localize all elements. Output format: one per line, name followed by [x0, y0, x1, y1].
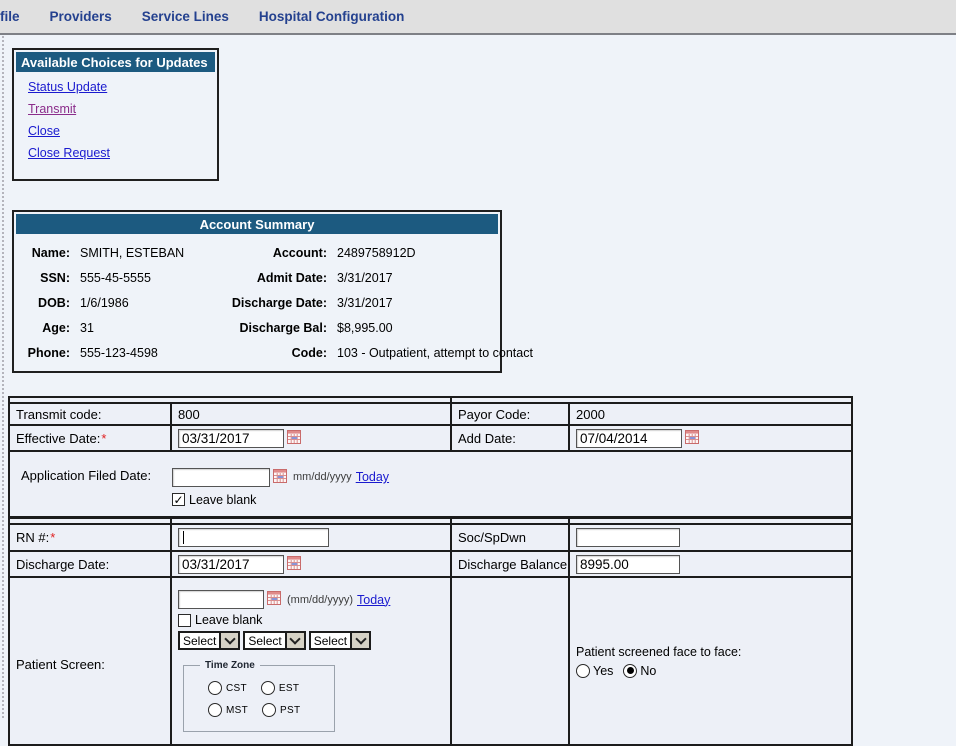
phone-value: 555-123-4598 — [80, 346, 210, 360]
timezone-pst-radio[interactable] — [262, 703, 276, 717]
calendar-icon[interactable] — [287, 432, 301, 447]
soc-spdwn-label: Soc/SpDwn — [451, 524, 569, 551]
discharge-bal-value: $8,995.00 — [337, 321, 533, 335]
rn-number-label: RN #:* — [9, 524, 171, 551]
date-format-hint: (mm/dd/yyyy) — [287, 594, 353, 606]
transmit-link[interactable]: Transmit — [28, 102, 76, 116]
discharge-balance-input[interactable]: 8995.00 — [576, 555, 680, 574]
effective-date-input[interactable]: 03/31/2017 — [178, 429, 284, 448]
face-to-face-yes-radio[interactable] — [576, 664, 590, 678]
today-link[interactable]: Today — [357, 593, 390, 607]
face-to-face-no-label: No — [640, 664, 656, 678]
chevron-down-icon — [219, 633, 238, 648]
date-format-hint: mm/dd/yyyy — [293, 471, 352, 483]
select-dropdown-2[interactable]: Select — [243, 631, 305, 650]
timezone-cst-radio[interactable] — [208, 681, 222, 695]
text-caret — [183, 531, 184, 544]
nav-item-service-lines[interactable]: Service Lines — [142, 9, 229, 24]
account-summary-title: Account Summary — [16, 214, 498, 234]
code-value: 103 - Outpatient, attempt to contact — [337, 346, 533, 360]
timezone-mst-label: MST — [226, 705, 248, 716]
time-zone-legend: Time Zone — [200, 660, 260, 671]
application-filed-date-input[interactable] — [172, 468, 270, 487]
ssn-value: 555-45-5555 — [80, 271, 210, 285]
timezone-pst-label: PST — [280, 705, 300, 716]
timezone-mst-radio[interactable] — [208, 703, 222, 717]
patient-screen-date-input[interactable] — [178, 590, 264, 609]
empty-cell — [451, 577, 569, 745]
calendar-icon[interactable] — [287, 558, 301, 573]
discharge-balance-label: Discharge Balance:* — [451, 551, 569, 577]
account-summary-panel: Account Summary Name: SMITH, ESTEBAN Acc… — [12, 210, 502, 373]
chevron-down-icon — [285, 633, 304, 648]
code-label: Code: — [220, 346, 327, 360]
face-to-face-yes-label: Yes — [593, 664, 613, 678]
payor-code-value: 2000 — [569, 403, 852, 425]
name-label: Name: — [22, 246, 70, 260]
admit-date-value: 3/31/2017 — [337, 271, 533, 285]
leave-blank-label: Leave blank — [189, 493, 256, 507]
close-link[interactable]: Close — [28, 124, 60, 138]
payor-code-label: Payor Code: — [451, 403, 569, 425]
dob-value: 1/6/1986 — [80, 296, 210, 310]
chevron-down-icon — [350, 633, 369, 648]
leave-blank-checkbox[interactable] — [178, 614, 191, 627]
application-filed-date-label: Application Filed Date: — [16, 468, 172, 507]
discharge-date-label: Discharge Date: — [220, 296, 327, 310]
available-choices-panel: Available Choices for Updates Status Upd… — [12, 48, 219, 181]
calendar-icon[interactable] — [273, 469, 287, 486]
nav-item-hospital-configuration[interactable]: Hospital Configuration — [259, 9, 405, 24]
add-date-input[interactable]: 07/04/2014 — [576, 429, 682, 448]
discharge-bal-label: Discharge Bal: — [220, 321, 327, 335]
add-date-label: Add Date: — [451, 425, 569, 451]
calendar-icon[interactable] — [685, 432, 699, 447]
dob-label: DOB: — [22, 296, 70, 310]
leave-blank-label: Leave blank — [195, 613, 262, 627]
close-request-link[interactable]: Close Request — [28, 146, 110, 160]
select-dropdown-1[interactable]: Select — [178, 631, 240, 650]
face-to-face-label: Patient screened face to face: — [576, 645, 851, 659]
transmit-code-value: 800 — [171, 403, 451, 425]
phone-label: Phone: — [22, 346, 70, 360]
nav-item-file[interactable]: file — [0, 9, 20, 24]
discharge-date-field-label: Discharge Date: — [9, 551, 171, 577]
timezone-est-radio[interactable] — [261, 681, 275, 695]
today-link[interactable]: Today — [356, 470, 389, 484]
ssn-label: SSN: — [22, 271, 70, 285]
age-label: Age: — [22, 321, 70, 335]
patient-form-table: RN #:* Soc/SpDwn Discharge Date: 03/31/2… — [8, 517, 853, 746]
calendar-icon[interactable] — [267, 591, 281, 608]
nav-item-providers[interactable]: Providers — [50, 9, 112, 24]
effective-date-label: Effective Date:* — [9, 425, 171, 451]
transmit-form-table: Transmit code: 800 Payor Code: 2000 Effe… — [8, 396, 853, 518]
account-label: Account: — [220, 246, 327, 260]
patient-screen-label: Patient Screen: — [9, 577, 171, 745]
transmit-code-label: Transmit code: — [9, 403, 171, 425]
frame-splitter-handle[interactable] — [2, 36, 4, 718]
face-to-face-no-radio[interactable] — [623, 664, 637, 678]
top-nav: file Providers Service Lines Hospital Co… — [0, 0, 956, 35]
leave-blank-checkbox[interactable] — [172, 493, 185, 506]
admit-date-label: Admit Date: — [220, 271, 327, 285]
timezone-cst-label: CST — [226, 683, 247, 694]
account-summary-grid: Name: SMITH, ESTEBAN Account: 2489758912… — [14, 236, 500, 360]
discharge-date-value: 3/31/2017 — [337, 296, 533, 310]
status-update-link[interactable]: Status Update — [28, 80, 107, 94]
account-value: 2489758912D — [337, 246, 533, 260]
available-choices-title: Available Choices for Updates — [16, 52, 215, 72]
name-value: SMITH, ESTEBAN — [80, 246, 210, 260]
age-value: 31 — [80, 321, 210, 335]
rn-number-input[interactable] — [178, 528, 329, 547]
discharge-date-input[interactable]: 03/31/2017 — [178, 555, 284, 574]
soc-spdwn-input[interactable] — [576, 528, 680, 547]
time-zone-fieldset: Time Zone CST EST MST PST — [183, 660, 335, 732]
select-dropdown-3[interactable]: Select — [309, 631, 371, 650]
timezone-est-label: EST — [279, 683, 299, 694]
